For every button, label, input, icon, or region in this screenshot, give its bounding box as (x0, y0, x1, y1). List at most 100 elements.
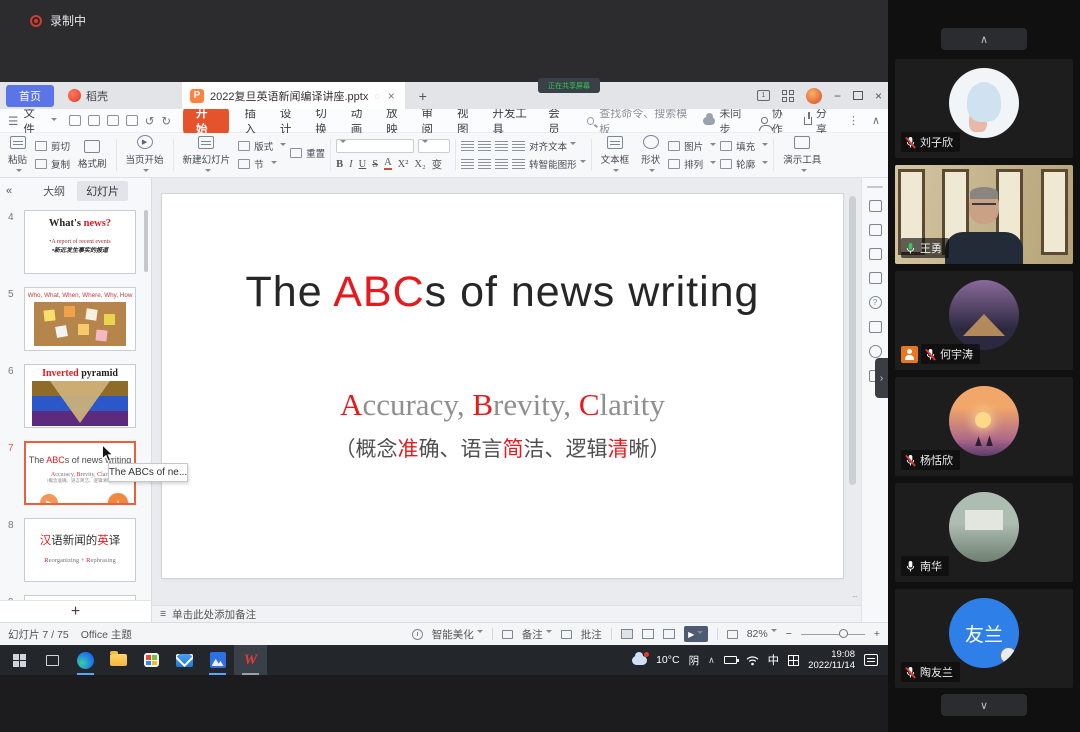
copy-button[interactable]: 复制 (35, 157, 70, 171)
font-color-button[interactable]: A (384, 158, 392, 171)
justify-icon[interactable] (512, 159, 525, 169)
normal-view-icon[interactable] (621, 629, 633, 639)
current-slide[interactable]: The ABCs of news writing Accuracy, Brevi… (162, 194, 843, 578)
align-text-button[interactable]: 对齐文本 (529, 139, 576, 153)
new-slide-button[interactable]: 新建幻灯片 (179, 135, 235, 175)
weather-temp[interactable]: 10°C (656, 654, 679, 666)
tab-transition[interactable]: 切换 (315, 105, 335, 137)
underline-button[interactable]: U (359, 159, 367, 170)
tray-chevron-icon[interactable]: ∧ (708, 655, 715, 666)
align-right-icon[interactable] (495, 159, 508, 169)
notes-bar[interactable]: ≡ 单击此处添加备注 (152, 605, 861, 622)
edge-taskbar-button[interactable] (69, 645, 102, 675)
layout-grid-icon[interactable] (782, 90, 794, 102)
insert-slide-button[interactable]: + (108, 493, 128, 505)
superscript-button[interactable]: X² (398, 159, 409, 170)
paste-button[interactable]: 粘贴 (4, 135, 31, 175)
align-center-icon[interactable] (478, 159, 491, 169)
tab-outline[interactable]: 大纲 (39, 181, 69, 201)
photos-app-button[interactable] (201, 645, 234, 675)
slide-preview-play-button[interactable]: ▶ (40, 494, 58, 505)
more-options-icon[interactable]: ⋮ (848, 114, 859, 127)
participant-tile[interactable]: 南华 (895, 483, 1073, 582)
slide-5-thumbnail[interactable]: Who, What, When, Where, Why, How (24, 287, 136, 351)
battery-icon[interactable] (724, 656, 737, 664)
collaborate-button[interactable]: 协作 (761, 105, 790, 137)
tab-review[interactable]: 审阅 (422, 105, 442, 137)
task-view-button[interactable] (36, 645, 69, 675)
tab-devtools[interactable]: 开发工具 (492, 105, 533, 137)
minimize-button[interactable]: − (834, 89, 841, 103)
new-tab-button[interactable]: + (419, 88, 427, 104)
smart-graphic-button[interactable]: 转智能图形 (529, 157, 586, 171)
format-painter-button[interactable]: 格式刷 (74, 135, 111, 175)
cut-button[interactable]: 剪切 (35, 139, 70, 153)
zoom-out-button[interactable]: − (786, 628, 792, 640)
participant-tile[interactable]: 友兰 陶友兰 (895, 589, 1073, 688)
command-search[interactable]: 查找命令、搜索模板 (587, 105, 691, 137)
strikethrough-button[interactable]: S (372, 159, 378, 170)
italic-button[interactable]: I (349, 159, 353, 170)
zoom-slider-knob[interactable] (839, 629, 848, 638)
tab-document[interactable]: P 2022复旦英语新闻编译讲座.pptx ◌ × (182, 82, 405, 109)
presentation-tools-button[interactable]: 演示工具 (779, 135, 825, 175)
font-name-select[interactable] (336, 139, 414, 153)
sidebar-collapse-up-button[interactable]: ∧ (941, 28, 1027, 50)
shapes-button[interactable]: 形状 (637, 135, 664, 175)
file-menu[interactable]: ☰ 文件 (8, 105, 57, 137)
slide-9-thumbnail[interactable] (24, 595, 136, 600)
fit-window-icon[interactable] (727, 630, 738, 639)
account-avatar[interactable] (806, 88, 822, 104)
canvas-scrollbar[interactable]: ··· (849, 184, 856, 597)
restore-button[interactable] (853, 91, 863, 100)
tab-slideshow[interactable]: 放映 (386, 105, 406, 137)
print-icon[interactable] (107, 115, 119, 126)
participant-tile[interactable]: 刘子欣 (895, 59, 1073, 158)
align-left-icon[interactable] (461, 159, 474, 169)
save-icon[interactable] (69, 115, 81, 126)
indent-increase-icon[interactable] (512, 141, 525, 151)
output-icon[interactable] (88, 115, 100, 126)
service-icon[interactable] (869, 321, 882, 333)
reading-view-icon[interactable] (663, 629, 675, 639)
undo-icon[interactable]: ↺ (145, 114, 155, 128)
file-explorer-button[interactable] (102, 645, 135, 675)
touch-keyboard-icon[interactable] (788, 655, 799, 666)
play-from-current-button[interactable]: ▶ 当页开始 (122, 135, 168, 175)
zoom-slider[interactable] (801, 634, 865, 635)
strip-handle[interactable] (867, 186, 883, 188)
notification-center-icon[interactable] (864, 654, 878, 666)
section-button[interactable]: 节 (238, 157, 286, 171)
slide-6-thumbnail[interactable]: Inverted pyramid (24, 364, 136, 428)
indent-decrease-icon[interactable] (495, 141, 508, 151)
sync-status[interactable]: 未同步 (703, 105, 748, 137)
tab-view[interactable]: 视图 (457, 105, 477, 137)
help-icon[interactable]: ? (869, 296, 882, 309)
zoom-in-button[interactable]: + (874, 628, 880, 640)
comments-button[interactable]: 批注 (581, 627, 602, 642)
mail-button[interactable] (168, 645, 201, 675)
clock[interactable]: 19:08 2022/11/14 (808, 649, 855, 672)
tab-daoke[interactable]: 稻壳 (62, 85, 114, 107)
slide-editing-area[interactable]: The ABCs of news writing Accuracy, Brevi… (152, 178, 861, 605)
slideshow-play-button[interactable]: ▶ (684, 626, 708, 642)
single-window-icon[interactable]: 1 (757, 90, 770, 101)
properties-icon[interactable] (869, 224, 882, 236)
notes-toggle-button[interactable]: 备注 (522, 627, 552, 642)
share-button[interactable]: 分享 (804, 105, 835, 137)
collapse-panel-icon[interactable]: « (6, 185, 12, 197)
navigate-icon[interactable] (869, 345, 882, 358)
effects-icon[interactable] (869, 248, 882, 260)
collapse-ribbon-icon[interactable]: ∧ (872, 114, 880, 127)
participant-tile[interactable]: 何宇涛 (895, 271, 1073, 370)
arrange-button[interactable]: 排列 (668, 157, 716, 171)
tab-insert[interactable]: 插入 (244, 105, 264, 137)
assistant-icon[interactable] (869, 200, 882, 212)
reset-button[interactable]: 重置 (290, 146, 325, 160)
participant-tile-speaking[interactable]: 王勇 (895, 165, 1073, 264)
close-button[interactable]: × (875, 89, 882, 103)
smart-beautify-button[interactable]: 智能美化 (432, 627, 483, 642)
tab-slides[interactable]: 幻灯片 (77, 181, 128, 201)
outline-button[interactable]: 轮廓 (720, 157, 768, 171)
tab-member[interactable]: 会员 (548, 105, 568, 137)
